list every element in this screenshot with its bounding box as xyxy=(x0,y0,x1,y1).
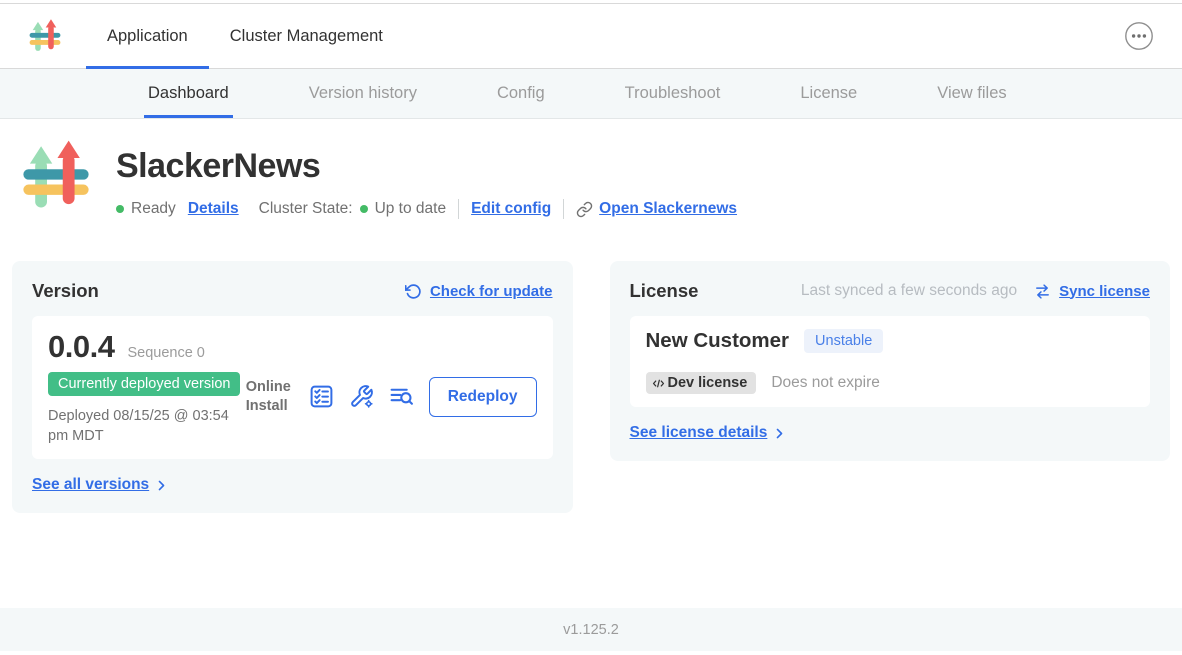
app-status-row: Ready Details Cluster State: Up to date … xyxy=(116,199,737,219)
app-ready-dot xyxy=(116,205,124,213)
see-all-versions-link[interactable]: See all versions xyxy=(32,476,168,494)
version-card: Version Check for update 0.0.4 Sequence … xyxy=(12,261,573,513)
app-logo-icon xyxy=(20,139,92,213)
main-header: Application Cluster Management xyxy=(0,4,1182,69)
deployed-timestamp: Deployed 08/15/25 @ 03:54 pm MDT xyxy=(48,406,246,446)
subnav-view-files[interactable]: View files xyxy=(937,69,1006,118)
redeploy-button[interactable]: Redeploy xyxy=(429,377,537,417)
sequence-label: Sequence 0 xyxy=(127,345,204,361)
version-number: 0.0.4 xyxy=(48,329,114,365)
current-version-panel: 0.0.4 Sequence 0 Currently deployed vers… xyxy=(32,316,553,459)
cluster-state-dot xyxy=(360,205,368,213)
preflight-checks-button[interactable] xyxy=(309,384,334,409)
tab-cluster-management-label: Cluster Management xyxy=(230,27,383,46)
open-app-link[interactable]: Open Slackernews xyxy=(576,200,737,218)
edit-config-button[interactable] xyxy=(349,384,374,409)
dashboard-main: SlackerNews Ready Details Cluster State:… xyxy=(0,119,1182,608)
license-type-label: Dev license xyxy=(668,375,748,391)
wrench-gear-icon xyxy=(349,384,374,409)
status-details-link[interactable]: Details xyxy=(188,200,239,218)
subnav-license-label: License xyxy=(800,84,857,103)
console-footer: v1.125.2 xyxy=(0,608,1182,651)
see-all-versions-label: See all versions xyxy=(32,476,149,494)
app-logo[interactable] xyxy=(28,4,62,68)
license-panel: New Customer Unstable Dev license Does n… xyxy=(630,316,1151,407)
deploy-logs-button[interactable] xyxy=(389,384,414,409)
app-logo-icon xyxy=(28,19,62,53)
app-status-label: Ready xyxy=(131,200,176,218)
license-card: License Last synced a few seconds ago Sy… xyxy=(610,261,1171,461)
app-subnav: Dashboard Version history Config Trouble… xyxy=(0,69,1182,119)
page-title: SlackerNews xyxy=(116,147,737,186)
check-for-update-label: Check for update xyxy=(430,283,553,300)
subnav-dashboard[interactable]: Dashboard xyxy=(148,69,229,118)
tab-application-label: Application xyxy=(107,27,188,46)
ellipsis-icon xyxy=(1124,21,1154,51)
cluster-state-label: Cluster State: xyxy=(259,200,353,218)
app-logo-large xyxy=(20,139,92,219)
license-expiry-label: Does not expire xyxy=(771,374,880,392)
install-type-label: Online Install xyxy=(246,378,294,414)
sync-license-label: Sync license xyxy=(1059,283,1150,300)
subnav-config[interactable]: Config xyxy=(497,69,545,118)
checklist-icon xyxy=(309,384,334,409)
tab-application[interactable]: Application xyxy=(86,4,209,68)
see-license-details-link[interactable]: See license details xyxy=(630,424,787,442)
sync-arrows-icon xyxy=(1034,283,1051,300)
edit-config-link[interactable]: Edit config xyxy=(471,200,551,218)
subnav-view-files-label: View files xyxy=(937,84,1006,103)
subnav-config-label: Config xyxy=(497,84,545,103)
subnav-troubleshoot[interactable]: Troubleshoot xyxy=(625,69,721,118)
deployed-status-badge: Currently deployed version xyxy=(48,372,240,396)
chevron-right-icon xyxy=(155,479,168,492)
customer-name: New Customer xyxy=(646,329,790,353)
subnav-version-history[interactable]: Version history xyxy=(309,69,417,118)
refresh-icon xyxy=(405,283,422,300)
logs-search-icon xyxy=(389,384,414,409)
chevron-right-icon xyxy=(773,427,786,440)
license-card-title: License xyxy=(630,280,699,302)
overflow-menu-button[interactable] xyxy=(1124,21,1154,51)
tab-cluster-management[interactable]: Cluster Management xyxy=(209,4,404,68)
app-heading-block: SlackerNews Ready Details Cluster State:… xyxy=(20,139,1162,219)
divider xyxy=(563,199,564,219)
header-tabs: Application Cluster Management xyxy=(86,4,404,68)
version-card-title: Version xyxy=(32,280,99,302)
subnav-version-history-label: Version history xyxy=(309,84,417,103)
console-version-label: v1.125.2 xyxy=(563,622,619,638)
subnav-license[interactable]: License xyxy=(800,69,857,118)
open-app-label: Open Slackernews xyxy=(599,200,737,218)
license-type-badge: Dev license xyxy=(646,372,757,394)
subnav-troubleshoot-label: Troubleshoot xyxy=(625,84,721,103)
channel-badge: Unstable xyxy=(804,329,883,353)
link-icon xyxy=(576,201,593,218)
last-synced-label: Last synced a few seconds ago xyxy=(801,282,1017,300)
code-icon xyxy=(652,377,665,390)
check-for-update-link[interactable]: Check for update xyxy=(405,283,553,300)
sync-license-link[interactable]: Sync license xyxy=(1034,283,1150,300)
cluster-state-value: Up to date xyxy=(375,200,447,218)
subnav-dashboard-label: Dashboard xyxy=(148,84,229,103)
divider xyxy=(458,199,459,219)
see-license-details-label: See license details xyxy=(630,424,768,442)
